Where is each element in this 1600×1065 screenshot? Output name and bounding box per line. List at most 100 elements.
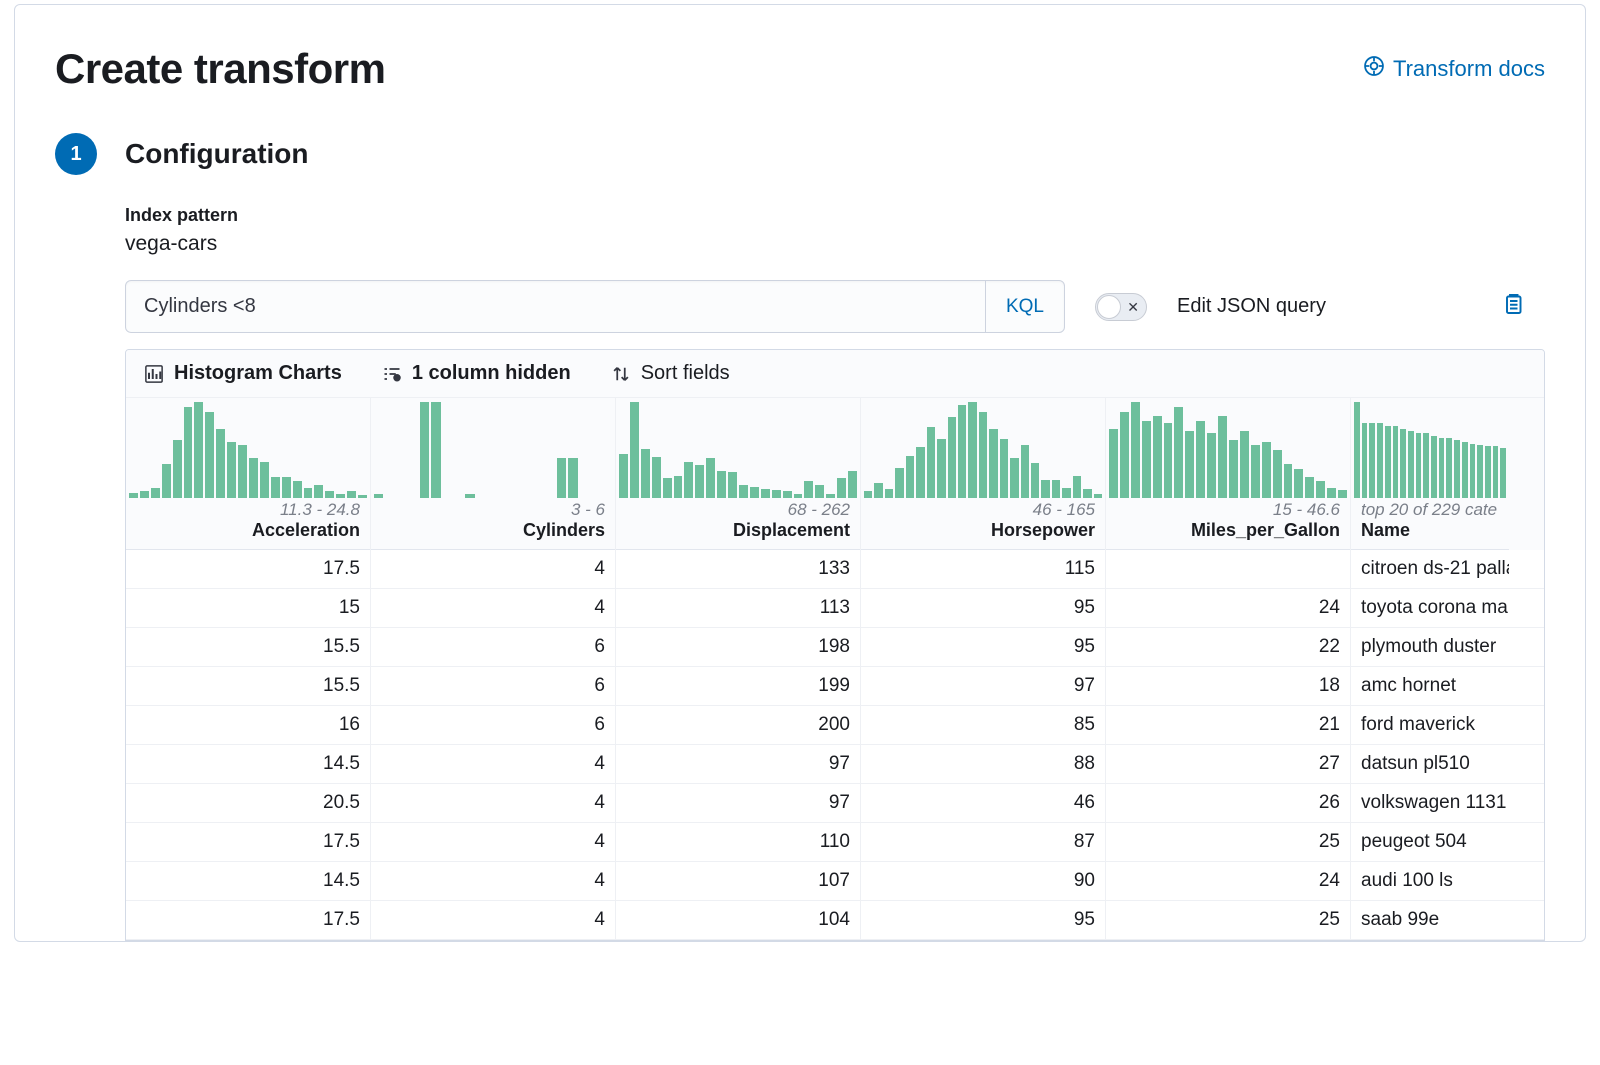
histogram-bar bbox=[1493, 446, 1499, 498]
cell-acceleration: 14.5 bbox=[126, 745, 371, 783]
table-row[interactable]: 15.561989522plymouth duster bbox=[126, 628, 1544, 667]
step-number-badge: 1 bbox=[55, 133, 97, 175]
edit-json-toggle[interactable]: ✕ bbox=[1095, 293, 1147, 321]
histogram-bar bbox=[874, 483, 882, 498]
histogram-bar bbox=[282, 477, 291, 498]
cell-acceleration: 14.5 bbox=[126, 862, 371, 900]
histogram-bar bbox=[162, 464, 171, 498]
histogram-bar bbox=[1369, 423, 1375, 498]
histogram-bar bbox=[1477, 445, 1483, 498]
histogram-bar bbox=[1431, 436, 1437, 498]
cell-displacement: 97 bbox=[616, 784, 861, 822]
cell-horsepower: 90 bbox=[861, 862, 1106, 900]
histogram-bar bbox=[1500, 448, 1506, 498]
histogram-bar bbox=[1073, 476, 1081, 498]
cell-displacement: 110 bbox=[616, 823, 861, 861]
histogram-bar bbox=[1251, 445, 1260, 498]
histogram-bar bbox=[1153, 416, 1162, 498]
histogram-displacement bbox=[616, 398, 860, 498]
histogram-bar bbox=[1439, 438, 1445, 498]
histogram-bar bbox=[906, 456, 914, 498]
histogram-bar bbox=[728, 472, 737, 498]
histogram-bar bbox=[772, 490, 781, 498]
column-header-acceleration[interactable]: 11.3 - 24.8Acceleration bbox=[126, 398, 371, 550]
docs-link-label: Transform docs bbox=[1393, 56, 1545, 82]
cell-cylinders: 6 bbox=[371, 667, 616, 705]
table-row[interactable]: 1541139524toyota corona mar bbox=[126, 589, 1544, 628]
columns-hidden-button[interactable]: 1 column hidden bbox=[382, 362, 571, 385]
column-header-cylinders[interactable]: 3 - 6Cylinders bbox=[371, 398, 616, 550]
histogram-bar bbox=[194, 402, 203, 498]
cell-horsepower: 46 bbox=[861, 784, 1106, 822]
column-name: Cylinders bbox=[371, 520, 615, 550]
kql-badge[interactable]: KQL bbox=[985, 281, 1064, 332]
histogram-bar bbox=[958, 405, 966, 498]
table-row[interactable]: 15.561999718amc hornet bbox=[126, 667, 1544, 706]
column-range: 68 - 262 bbox=[616, 498, 860, 520]
cell-name: amc hornet bbox=[1351, 667, 1509, 705]
column-name: Displacement bbox=[616, 520, 860, 550]
histogram-bar bbox=[374, 494, 383, 498]
histogram-bar bbox=[1174, 407, 1183, 498]
histogram-bar bbox=[804, 481, 813, 498]
histogram-bar bbox=[271, 477, 280, 498]
column-header-horsepower[interactable]: 46 - 165Horsepower bbox=[861, 398, 1106, 550]
column-range: top 20 of 229 cate bbox=[1351, 498, 1509, 520]
histogram-bar bbox=[216, 429, 225, 498]
cell-displacement: 113 bbox=[616, 589, 861, 627]
cell-name: saab 99e bbox=[1351, 901, 1509, 939]
cell-cylinders: 4 bbox=[371, 589, 616, 627]
table-row[interactable]: 17.541049525saab 99e bbox=[126, 901, 1544, 940]
cell-displacement: 200 bbox=[616, 706, 861, 744]
histogram-bar bbox=[815, 485, 824, 498]
transform-docs-link[interactable]: Transform docs bbox=[1363, 55, 1545, 83]
sort-fields-button[interactable]: Sort fields bbox=[611, 362, 730, 385]
histogram-bar bbox=[864, 491, 872, 498]
histogram-bar bbox=[1262, 442, 1271, 498]
cell-displacement: 104 bbox=[616, 901, 861, 939]
histogram-bar bbox=[1316, 481, 1325, 498]
histogram-bar bbox=[314, 485, 323, 498]
cell-displacement: 133 bbox=[616, 550, 861, 588]
cell-displacement: 198 bbox=[616, 628, 861, 666]
histogram-bar bbox=[1207, 433, 1216, 498]
cell-acceleration: 17.5 bbox=[126, 550, 371, 588]
histogram-bar bbox=[1218, 416, 1227, 498]
column-header-miles_per_gallon[interactable]: 15 - 46.6Miles_per_Gallon bbox=[1106, 398, 1351, 550]
cell-miles_per_gallon: 26 bbox=[1106, 784, 1351, 822]
histogram-bar bbox=[184, 407, 193, 498]
table-row[interactable]: 20.54974626volkswagen 1131 bbox=[126, 784, 1544, 823]
histogram-bar bbox=[794, 494, 803, 498]
cell-cylinders: 4 bbox=[371, 862, 616, 900]
table-row[interactable]: 17.54133115citroen ds-21 palla bbox=[126, 550, 1544, 589]
table-row[interactable]: 17.541108725peugeot 504 bbox=[126, 823, 1544, 862]
table-row[interactable]: 14.541079024audi 100 ls bbox=[126, 862, 1544, 901]
histogram-bar bbox=[420, 402, 429, 498]
table-row[interactable]: 14.54978827datsun pl510 bbox=[126, 745, 1544, 784]
table-row[interactable]: 1662008521ford maverick bbox=[126, 706, 1544, 745]
cell-horsepower: 95 bbox=[861, 589, 1106, 627]
table-toolbar: Histogram Charts 1 column hidden bbox=[126, 350, 1544, 398]
histogram-bar bbox=[140, 491, 149, 498]
histogram-bar bbox=[1338, 490, 1347, 498]
histogram-bar bbox=[848, 471, 857, 498]
histogram-bar bbox=[1393, 426, 1399, 498]
histogram-bar bbox=[1294, 469, 1303, 498]
column-range: 15 - 46.6 bbox=[1106, 498, 1350, 520]
histogram-icon bbox=[144, 364, 164, 384]
cell-horsepower: 87 bbox=[861, 823, 1106, 861]
histogram-bar bbox=[674, 476, 683, 498]
histogram-bar bbox=[325, 491, 334, 498]
histogram-charts-button[interactable]: Histogram Charts bbox=[144, 362, 342, 385]
histogram-bar bbox=[761, 489, 770, 498]
column-header-name[interactable]: top 20 of 229 cateName bbox=[1351, 398, 1509, 550]
histogram-bar bbox=[336, 494, 345, 498]
query-input[interactable] bbox=[126, 281, 985, 332]
copy-clipboard-button[interactable] bbox=[1501, 292, 1525, 321]
histogram-bar bbox=[916, 447, 924, 498]
column-header-displacement[interactable]: 68 - 262Displacement bbox=[616, 398, 861, 550]
columns-icon bbox=[382, 364, 402, 384]
cell-miles_per_gallon: 24 bbox=[1106, 589, 1351, 627]
histogram-bar bbox=[1185, 431, 1194, 498]
histogram-bar bbox=[568, 458, 577, 498]
